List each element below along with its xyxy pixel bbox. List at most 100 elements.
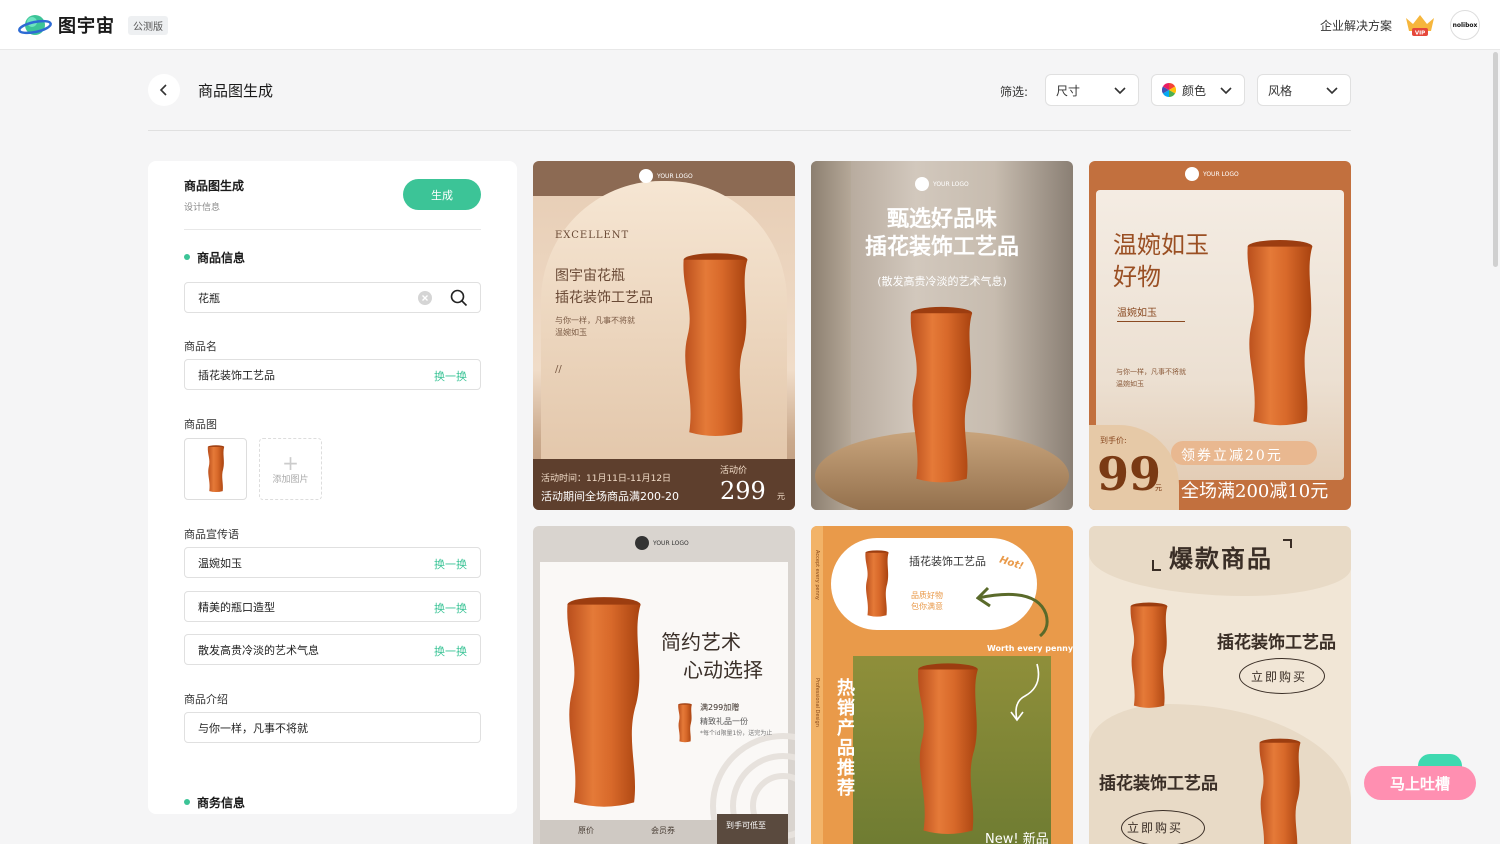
vase-image (918, 663, 978, 834)
feedback-label: 马上吐槽 (1389, 774, 1450, 793)
result-card-5[interactable]: Accept every penny Professional Design 插… (811, 526, 1073, 844)
intro-field[interactable]: 与你一样，凡事不将就 (184, 712, 481, 743)
card1-price: 299 (720, 477, 766, 505)
color-wheel-icon (1162, 83, 1176, 97)
card1-promo: 活动期间全场商品满200-20 (541, 490, 679, 503)
enterprise-solutions-link[interactable]: 企业解决方案 (1320, 17, 1392, 34)
style-filter-dropdown[interactable]: 风格 (1257, 74, 1351, 106)
back-button[interactable] (148, 74, 180, 106)
card3-title-2: 好物 (1113, 263, 1161, 291)
card4-title-2: 心动选择 (683, 658, 763, 682)
swap-slogan-3-button[interactable]: 换一换 (434, 643, 467, 659)
add-image-button[interactable]: + 添加图片 (259, 438, 322, 500)
card3-unit: 元 (1155, 484, 1162, 492)
chevron-down-icon (1220, 87, 1232, 95)
logo-mark-icon (639, 169, 653, 183)
card3-coupon: 领券立减20元 (1181, 448, 1283, 464)
vase-image (567, 597, 641, 807)
card1-title-1: 图宇宙花瓶 (555, 268, 625, 284)
brand-logo: YOUR LOGO (639, 169, 693, 183)
vase-image (1130, 602, 1168, 708)
vase-thumbnail-image (207, 445, 224, 493)
card5-side-text-1: Accept every penny (814, 550, 820, 600)
slogan-label: 商品宣传语 (184, 528, 239, 541)
card3-tag: 温婉如玉 (1117, 304, 1185, 322)
vase-image (865, 550, 889, 617)
vip-crown-icon[interactable]: VIP (1404, 13, 1436, 37)
add-image-label: 添加图片 (272, 474, 309, 485)
color-filter-label: 颜色 (1182, 83, 1207, 98)
page-scrollbar[interactable] (1493, 52, 1498, 267)
card6-product-name-2: 插花装饰工艺品 (1099, 774, 1218, 794)
card1-time: 活动时间：11月11日-11月12日 (541, 474, 672, 484)
slogan-value-1: 温婉如玉 (198, 556, 242, 570)
page-title: 商品图生成 (198, 82, 274, 100)
card5-english: Worth every penny (987, 644, 1073, 653)
slogan-field-2[interactable]: 精美的瓶口造型 换一换 (184, 591, 481, 622)
brand-logo: YOUR LOGO (635, 536, 689, 550)
swap-slogan-2-button[interactable]: 换一换 (434, 600, 467, 616)
chevron-down-icon (1326, 87, 1338, 95)
card4-title-1: 简约艺术 (661, 630, 741, 654)
generate-button[interactable]: 生成 (403, 179, 481, 210)
swap-slogan-1-button[interactable]: 换一换 (434, 556, 467, 572)
logo-mark-icon (915, 177, 929, 191)
logo-text: YOUR LOGO (657, 172, 693, 180)
slogan-field-3[interactable]: 散发高贵冷淡的艺术气息 换一换 (184, 634, 481, 665)
card1-desc-1: 与你一样，凡事不将就 (555, 316, 635, 325)
brand-logo: YOUR LOGO (915, 177, 969, 191)
product-image-label: 商品图 (184, 418, 217, 431)
slogan-field-1[interactable]: 温婉如玉 换一换 (184, 547, 481, 578)
card4-col-original: 原价 (578, 826, 594, 835)
logo-mark-icon (1185, 167, 1199, 181)
card5-new-label: New! 新品 (985, 832, 1049, 844)
clear-icon[interactable] (418, 291, 432, 305)
top-bar: 图宇宙 公测版 企业解决方案 VIP nolibox (0, 0, 1500, 50)
swap-name-button[interactable]: 换一换 (434, 368, 467, 384)
card6-product-name-1: 插花装饰工艺品 (1217, 633, 1336, 653)
feedback-button[interactable]: 马上吐槽 (1364, 766, 1476, 800)
card3-desc-2: 温婉如玉 (1116, 380, 1144, 388)
chevron-left-icon (159, 84, 167, 96)
result-card-2[interactable]: YOUR LOGO 甄选好品味 插花装饰工艺品 (散发高贵冷淡的艺术气息) (811, 161, 1073, 510)
size-filter-dropdown[interactable]: 尺寸 (1045, 74, 1139, 106)
product-image-thumbnail[interactable] (184, 438, 247, 500)
card1-title-2: 插花装饰工艺品 (555, 290, 653, 306)
card4-gift-title: 满299加赠 (700, 703, 740, 712)
panel-divider (184, 229, 481, 230)
card1-excellent: EXCELLENT (555, 230, 630, 241)
business-info-section-title: 商务信息 (184, 794, 245, 811)
card3-price-label: 到手价: (1100, 436, 1127, 445)
vase-image (910, 306, 973, 483)
product-name-value: 插花装饰工艺品 (198, 368, 275, 382)
logo-text: YOUR LOGO (653, 539, 689, 547)
result-card-4[interactable]: YOUR LOGO 简约艺术 心动选择 满299加赠 精致礼品一份 *每个id限… (533, 526, 795, 844)
search-icon[interactable] (450, 289, 468, 307)
intro-value: 与你一样，凡事不将就 (198, 721, 308, 735)
product-search-input[interactable]: 花瓶 (184, 282, 481, 313)
vip-label: VIP (1415, 31, 1425, 37)
header-divider (148, 130, 1351, 131)
card1-unit: 元 (777, 492, 785, 501)
filter-label: 筛选: (1000, 85, 1029, 99)
color-filter-dropdown[interactable]: 颜色 (1151, 74, 1245, 106)
planet-logo-icon[interactable] (18, 12, 52, 38)
slogan-value-2: 精美的瓶口造型 (198, 600, 275, 614)
card3-promo: 全场满200减10元 (1181, 481, 1329, 502)
card1-price-label: 活动价 (720, 466, 748, 476)
logo-mark-icon (635, 536, 649, 550)
card3-desc-1: 与你一样，凡事不将就 (1116, 368, 1186, 376)
result-card-1[interactable]: YOUR LOGO EXCELLENT 图宇宙花瓶 插花装饰工艺品 与你一样，凡… (533, 161, 795, 510)
user-avatar[interactable]: nolibox (1450, 10, 1480, 40)
card6-buy-1: 立即购买 (1251, 670, 1308, 684)
product-search-value: 花瓶 (198, 291, 220, 305)
doodle-arrow-icon (1010, 663, 1040, 722)
brand-name[interactable]: 图宇宙 (58, 12, 115, 38)
card4-gift-desc: 精致礼品一份 (700, 717, 748, 726)
card2-title-2: 插花装饰工艺品 (864, 235, 1019, 260)
result-card-6[interactable]: 爆款商品 插花装饰工艺品 立即购买 插花装饰工艺品 立即购买 (1089, 526, 1351, 844)
card6-buy-2: 立即购买 (1127, 821, 1184, 835)
result-card-3[interactable]: YOUR LOGO 温婉如玉 好物 温婉如玉 与你一样，凡事不将就 温婉如玉 到… (1089, 161, 1351, 510)
logo-text: YOUR LOGO (1203, 170, 1239, 178)
product-name-field[interactable]: 插花装饰工艺品 换一换 (184, 359, 481, 390)
